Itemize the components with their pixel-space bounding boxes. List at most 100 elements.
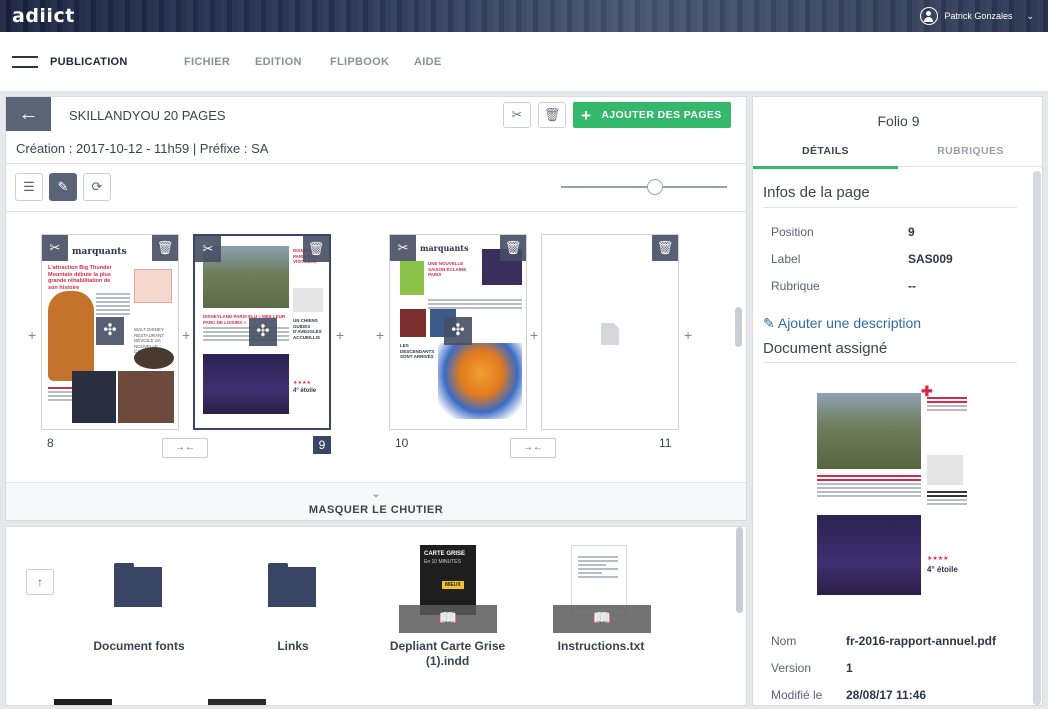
unlink-icon[interactable]: ✂	[390, 235, 416, 261]
zoom-slider-thumb[interactable]	[647, 179, 663, 195]
move-handle-icon[interactable]: ✣	[249, 318, 277, 346]
chevron-down-icon: ⌄	[1026, 10, 1034, 21]
page-thumbnail-blank[interactable]: 🗑	[541, 234, 679, 430]
menu-flipbook[interactable]: FLIPBOOK	[330, 56, 389, 68]
image-placeholder	[203, 354, 289, 414]
open-book-icon[interactable]: 📖	[399, 605, 497, 633]
image-placeholder	[400, 261, 424, 295]
tab-details[interactable]: DÉTAILS	[753, 145, 898, 169]
section-title: Infos de la page	[763, 184, 870, 201]
page-grid: + + + + + + marquants L'attraction Big T…	[6, 212, 746, 482]
tray-item-label[interactable]: Instructions.txt	[536, 639, 666, 653]
list-view-icon[interactable]: ☰	[15, 173, 43, 201]
prop-label: Position	[771, 225, 814, 239]
tab-rubriques[interactable]: RUBRIQUES	[898, 145, 1042, 167]
asset-tray: ↑ Document fonts Links CARTE GRISE En 10…	[5, 526, 747, 706]
doc-meta-label: Nom	[771, 634, 797, 648]
trash-icon[interactable]: 🗑	[303, 236, 329, 262]
image-placeholder	[134, 347, 174, 369]
image-placeholder	[48, 291, 94, 381]
thumb-title: CARTE GRISE	[424, 551, 466, 557]
merge-spread-icon[interactable]: →←	[162, 438, 208, 458]
document-title: SKILLANDYOU 20 PAGES	[69, 108, 226, 123]
add-pages-label: AJOUTER DES PAGES	[601, 109, 722, 121]
tray-item-label[interactable]: Depliant Carte Grise (1).indd	[375, 639, 520, 669]
folio-title: Folio 9	[877, 113, 920, 129]
prop-value: 9	[908, 225, 915, 239]
doc-meta-value: fr-2016-rapport-annuel.pdf	[846, 634, 997, 648]
insert-page-plus-icon[interactable]: +	[182, 327, 190, 343]
add-description-label: Ajouter une description	[777, 315, 922, 331]
merge-spread-icon[interactable]: →←	[510, 438, 556, 458]
top-banner: adiict Patrick Gonzales ⌄	[0, 0, 1048, 32]
folder-icon[interactable]	[268, 563, 316, 607]
insert-page-plus-icon[interactable]: +	[684, 327, 692, 343]
publication-panel: ← SKILLANDYOU 20 PAGES ✂ 🗑 + AJOUTER DES…	[5, 96, 747, 521]
add-description-link[interactable]: ✎ Ajouter une description	[763, 315, 921, 332]
plus-icon: +	[581, 105, 592, 125]
page-number: 10	[395, 436, 409, 450]
image-placeholder	[817, 393, 921, 469]
prop-label: Rubrique	[771, 279, 820, 293]
insert-page-plus-icon[interactable]: +	[28, 327, 36, 343]
tray-item-label[interactable]: Links	[233, 639, 353, 653]
edit-pencil-icon[interactable]: ✎	[49, 173, 77, 201]
insert-page-plus-icon[interactable]: +	[376, 327, 384, 343]
image-placeholder	[438, 343, 522, 419]
page-thumbnail[interactable]: marquants L'attraction Big Thunder Mount…	[41, 234, 179, 430]
trash-icon[interactable]: 🗑	[152, 235, 178, 261]
image-placeholder	[118, 371, 174, 423]
up-arrow-icon[interactable]: ↑	[26, 569, 54, 595]
edit-note-icon: ✎	[763, 315, 775, 331]
insert-page-plus-icon[interactable]: +	[336, 327, 344, 343]
details-scrollbar[interactable]	[1033, 171, 1041, 705]
page-details-panel: Folio 9 DÉTAILS RUBRIQUES Infos de la pa…	[752, 96, 1043, 706]
tray-item-label[interactable]: Document fonts	[79, 639, 199, 653]
move-handle-icon[interactable]: ✣	[96, 317, 124, 345]
menu-aide[interactable]: AIDE	[414, 56, 441, 68]
move-handle-icon[interactable]: ✣	[444, 317, 472, 345]
menu-fichier[interactable]: FICHIER	[184, 56, 230, 68]
add-pages-button[interactable]: + AJOUTER DES PAGES	[573, 102, 731, 128]
user-menu[interactable]: Patrick Gonzales ⌄	[920, 7, 1034, 25]
folder-icon[interactable]	[114, 563, 162, 607]
blank-document-icon	[601, 323, 619, 345]
divider	[6, 163, 746, 164]
unlink-icon[interactable]: ✂	[503, 102, 531, 128]
image-placeholder	[72, 371, 116, 423]
menu-publication[interactable]: PUBLICATION	[50, 56, 128, 68]
doc-meta-label: Modifié le	[771, 688, 823, 702]
user-avatar-icon	[920, 7, 939, 25]
doc-meta-value: 1	[846, 661, 853, 675]
zoom-slider-track[interactable]	[561, 186, 727, 188]
file-thumbnail[interactable]	[54, 699, 112, 705]
hamburger-menu-icon[interactable]	[12, 56, 38, 68]
tray-scrollbar[interactable]	[736, 527, 743, 613]
menu-edition[interactable]: EDITION	[255, 56, 302, 68]
page-header-text: marquants	[420, 243, 469, 253]
image-placeholder	[293, 288, 323, 312]
insert-page-plus-icon[interactable]: +	[530, 327, 538, 343]
page-number-badge: 9	[313, 436, 331, 454]
hide-tray-toggle[interactable]: ⌄ MASQUER LE CHUTIER	[6, 482, 746, 520]
trash-icon[interactable]: 🗑	[652, 235, 678, 261]
file-thumbnail[interactable]	[208, 699, 266, 705]
page-thumbnail[interactable]: marquants UNE NOUVELLE SAISON ÉCLAIRE PA…	[389, 234, 527, 430]
open-book-icon[interactable]: 📖	[553, 605, 651, 633]
page-thumbnail-selected[interactable]: DISNEYLAND PARIS AUX VISITEURS DISNEYLAN…	[193, 234, 331, 430]
app-logo[interactable]: adiict	[12, 5, 75, 27]
divider	[763, 207, 1017, 208]
unlink-icon[interactable]: ✂	[195, 236, 221, 262]
hide-tray-label: MASQUER LE CHUTIER	[308, 504, 444, 516]
image-placeholder	[817, 515, 921, 595]
unlink-icon[interactable]: ✂	[42, 235, 68, 261]
page-grid-scrollbar[interactable]	[735, 307, 742, 347]
trash-icon[interactable]: 🗑	[500, 235, 526, 261]
trash-icon[interactable]: 🗑	[538, 102, 566, 128]
page-header-text: marquants	[72, 247, 127, 257]
refresh-icon[interactable]: ⟳	[83, 173, 111, 201]
chevron-down-icon: ⌄	[371, 488, 381, 500]
assigned-document-preview[interactable]: ✚ ★★★★ 4° étoile	[811, 383, 971, 605]
prop-label: Label	[771, 252, 801, 266]
back-arrow-icon[interactable]: ←	[6, 97, 51, 131]
